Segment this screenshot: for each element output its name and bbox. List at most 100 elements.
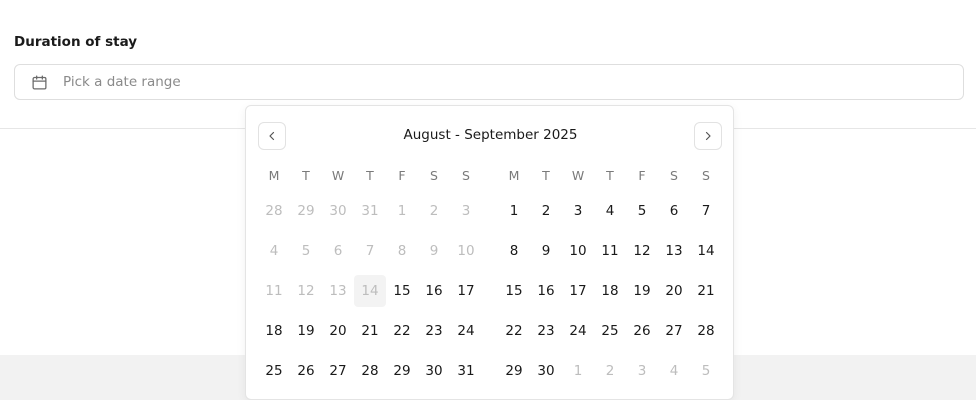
day-cell[interactable]: 18 — [594, 275, 626, 307]
weekday-header-row: MTWTFSS — [498, 166, 722, 186]
day-cell[interactable]: 31 — [354, 195, 386, 227]
day-cell[interactable]: 9 — [418, 235, 450, 267]
month-grid-august: M T W T F S S 28 29 30 31 1 2 3 4 5 6 7 8 9 10 11 12 13 14 15 16 17… — [258, 166, 482, 395]
day-cell[interactable]: 27 — [322, 355, 354, 387]
day-cell[interactable]: 23 — [530, 315, 562, 347]
week-row: 4 5 6 7 8 9 10 — [258, 235, 482, 275]
day-cell[interactable]: 27 — [658, 315, 690, 347]
day-cell[interactable]: 30 — [322, 195, 354, 227]
day-cell[interactable]: 21 — [354, 315, 386, 347]
day-cell[interactable]: 6 — [658, 195, 690, 227]
day-cell[interactable]: 5 — [626, 195, 658, 227]
weekday-label: T — [302, 168, 310, 183]
day-cell[interactable]: 13 — [322, 275, 354, 307]
day-cell[interactable]: 22 — [498, 315, 530, 347]
day-cell[interactable]: 4 — [658, 355, 690, 387]
day-cell[interactable]: 13 — [658, 235, 690, 267]
day-cell[interactable]: 16 — [530, 275, 562, 307]
week-row: 22 23 24 25 26 27 28 — [498, 315, 722, 355]
weekday-label: S — [702, 168, 710, 183]
day-cell[interactable]: 23 — [418, 315, 450, 347]
day-cell[interactable]: 9 — [530, 235, 562, 267]
day-cell[interactable]: 3 — [450, 195, 482, 227]
weekday-label: F — [398, 168, 406, 183]
day-cell[interactable]: 3 — [626, 355, 658, 387]
day-cell[interactable]: 2 — [418, 195, 450, 227]
duration-label: Duration of stay — [14, 34, 138, 50]
weekday-header-row: MTWTFSS — [258, 166, 482, 186]
weekday-label: T — [366, 168, 374, 183]
weekday-label: S — [670, 168, 678, 183]
day-cell[interactable]: 17 — [450, 275, 482, 307]
date-range-placeholder: Pick a date range — [63, 74, 181, 90]
day-cell[interactable]: 31 — [450, 355, 482, 387]
day-cell[interactable]: 16 — [418, 275, 450, 307]
day-cell[interactable]: 6 — [322, 235, 354, 267]
day-cell[interactable]: 10 — [450, 235, 482, 267]
day-cell[interactable]: 1 — [562, 355, 594, 387]
day-cell[interactable]: 25 — [258, 355, 290, 387]
weekday-label: M — [268, 168, 280, 183]
day-cell[interactable]: 24 — [562, 315, 594, 347]
day-cell[interactable]: 14 — [690, 235, 722, 267]
day-cell[interactable]: 2 — [530, 195, 562, 227]
day-cell[interactable]: 28 — [258, 195, 290, 227]
day-cell[interactable]: 30 — [418, 355, 450, 387]
day-cell[interactable]: 7 — [690, 195, 722, 227]
calendar-caption: August - September 2025 — [403, 127, 578, 143]
day-cell[interactable]: 21 — [690, 275, 722, 307]
day-cell[interactable]: 30 — [530, 355, 562, 387]
day-cell[interactable]: 17 — [562, 275, 594, 307]
day-cell[interactable]: 25 — [594, 315, 626, 347]
weekday-label: S — [462, 168, 470, 183]
day-cell[interactable]: 26 — [626, 315, 658, 347]
day-cell[interactable]: 2 — [594, 355, 626, 387]
weekday-label: W — [331, 168, 345, 183]
next-month-button[interactable] — [694, 122, 722, 150]
day-cell[interactable]: 12 — [290, 275, 322, 307]
day-cell[interactable]: 8 — [498, 235, 530, 267]
day-cell[interactable]: 18 — [258, 315, 290, 347]
day-cell[interactable]: 29 — [386, 355, 418, 387]
day-cell[interactable]: 29 — [290, 195, 322, 227]
day-cell[interactable]: 4 — [258, 235, 290, 267]
week-row: 11 12 13 14 15 16 17 — [258, 275, 482, 315]
date-range-input[interactable]: Pick a date range — [14, 64, 964, 100]
day-cell[interactable]: 12 — [626, 235, 658, 267]
day-cell[interactable]: 19 — [626, 275, 658, 307]
day-cell[interactable]: 26 — [290, 355, 322, 387]
day-cell[interactable]: 1 — [386, 195, 418, 227]
weekday-label: S — [430, 168, 438, 183]
weekday-label: M — [508, 168, 520, 183]
weekday-label: F — [638, 168, 646, 183]
day-cell[interactable]: 10 — [562, 235, 594, 267]
day-cell[interactable]: 29 — [498, 355, 530, 387]
chevron-right-icon — [702, 127, 714, 146]
day-cell[interactable]: 5 — [290, 235, 322, 267]
day-cell[interactable]: 22 — [386, 315, 418, 347]
day-cell[interactable]: 19 — [290, 315, 322, 347]
day-cell[interactable]: 11 — [594, 235, 626, 267]
date-picker-popover: August - September 2025 M T W T F S S 28 29 30 31 1… — [245, 105, 734, 400]
day-cell[interactable]: 20 — [658, 275, 690, 307]
day-cell[interactable]: 7 — [354, 235, 386, 267]
day-cell[interactable]: 15 — [386, 275, 418, 307]
day-cell[interactable]: 28 — [354, 355, 386, 387]
day-cell[interactable]: 24 — [450, 315, 482, 347]
day-cell[interactable]: 15 — [498, 275, 530, 307]
day-cell[interactable]: 20 — [322, 315, 354, 347]
week-row: 29 30 1 2 3 4 5 — [498, 355, 722, 395]
day-cell[interactable]: 5 — [690, 355, 722, 387]
day-cell[interactable]: 11 — [258, 275, 290, 307]
weekday-label: T — [606, 168, 614, 183]
day-cell[interactable]: 28 — [690, 315, 722, 347]
day-cell[interactable]: 1 — [498, 195, 530, 227]
day-cell[interactable]: 3 — [562, 195, 594, 227]
day-cell[interactable]: 4 — [594, 195, 626, 227]
week-row: 25 26 27 28 29 30 31 — [258, 355, 482, 395]
day-cell[interactable]: 8 — [386, 235, 418, 267]
week-row: 1234567 — [498, 195, 722, 235]
week-row: 18 19 20 21 22 23 24 — [258, 315, 482, 355]
calendar-icon — [31, 74, 48, 91]
day-cell-today[interactable]: 14 — [354, 275, 386, 307]
